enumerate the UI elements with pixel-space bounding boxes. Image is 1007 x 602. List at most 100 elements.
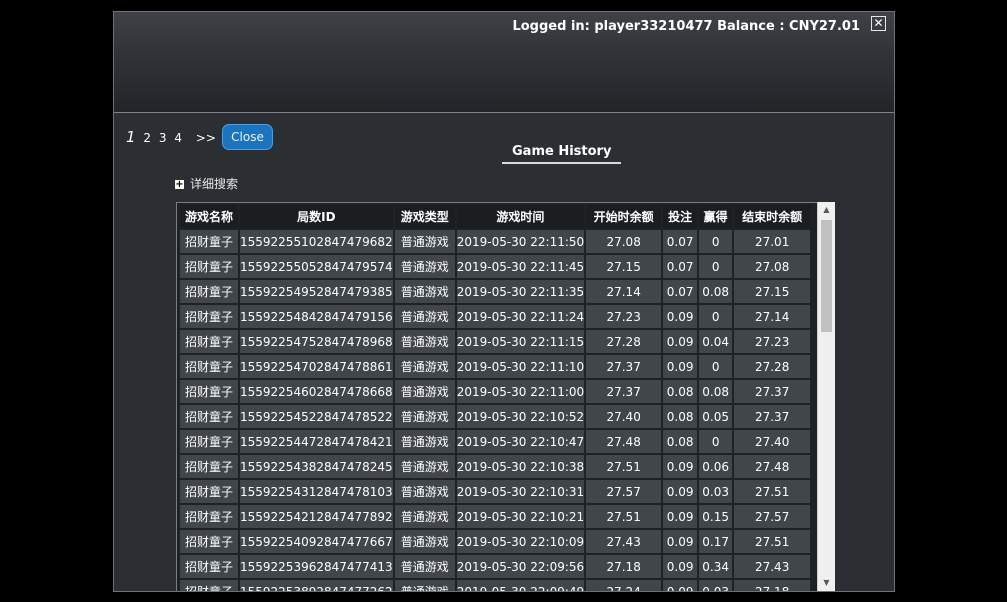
cell-game-name: 招财童子 [180, 355, 238, 378]
column-header-game-type: 游戏类型 [394, 205, 455, 228]
cell-bet: 0.09 [663, 530, 698, 553]
cell-game-type: 普通游戏 [394, 580, 455, 591]
cell-game-time: 2019-05-30 22:10:38 [456, 455, 585, 478]
advanced-search-toggle[interactable]: + 详细搜索 [175, 175, 238, 192]
cell-game-time: 2019-05-30 22:10:31 [456, 480, 585, 503]
cell-round-id: 15592254472847478421 [240, 430, 393, 453]
cell-game-time: 2019-05-30 22:11:10 [456, 355, 585, 378]
cell-game-type: 普通游戏 [394, 255, 455, 278]
cell-bet: 0.09 [663, 480, 698, 503]
cell-round-id: 15592254602847478668 [240, 380, 393, 403]
table-row: 招财童子 15592254382847478245 普通游戏 2019-05-30 2… [180, 455, 811, 478]
page-link-2[interactable]: 2 [143, 131, 151, 145]
cell-game-type: 普通游戏 [394, 555, 455, 578]
expand-plus-icon[interactable]: + [175, 180, 184, 190]
cell-game-type: 普通游戏 [394, 280, 455, 303]
cell-win: 0.34 [699, 555, 733, 578]
column-header-game-name: 游戏名称 [180, 205, 238, 228]
cell-end-balance: 27.28 [734, 355, 811, 378]
cell-start-balance: 27.40 [586, 405, 662, 428]
cell-end-balance: 27.51 [734, 480, 811, 503]
cell-game-time: 2019-05-30 22:11:00 [456, 380, 585, 403]
column-header-start-balance: 开始时余额 [586, 205, 662, 228]
cell-game-name: 招财童子 [180, 480, 238, 503]
cell-game-type: 普通游戏 [394, 530, 455, 553]
table-row: 招财童子 15592253892847477262 普通游戏 2019-05-30 2… [180, 580, 811, 591]
cell-game-type: 普通游戏 [394, 505, 455, 528]
cell-win: 0.08 [699, 280, 733, 303]
cell-bet: 0.08 [663, 380, 698, 403]
game-history-window: Logged in: player33210477 Balance : CNY2… [113, 11, 895, 592]
cell-start-balance: 27.23 [586, 305, 662, 328]
cell-bet: 0.09 [663, 455, 698, 478]
page-link-4[interactable]: 4 [174, 131, 182, 145]
pagination: 1 2 3 4 >> [126, 128, 220, 146]
cell-game-time: 2019-05-30 22:11:35 [456, 280, 585, 303]
cell-game-name: 招财童子 [180, 505, 238, 528]
table-row: 招财童子 15592254522847478522 普通游戏 2019-05-30 2… [180, 405, 811, 428]
cell-end-balance: 27.48 [734, 455, 811, 478]
cell-game-name: 招财童子 [180, 555, 238, 578]
table-row: 招财童子 15592254472847478421 普通游戏 2019-05-30 2… [180, 430, 811, 453]
page-link-3[interactable]: 3 [159, 131, 167, 145]
cell-start-balance: 27.14 [586, 280, 662, 303]
table-row: 招财童子 15592254602847478668 普通游戏 2019-05-30 2… [180, 380, 811, 403]
page-title: Game History [502, 143, 622, 164]
table-row: 招财童子 15592254952847479385 普通游戏 2019-05-30 2… [180, 280, 811, 303]
table-scrollbar[interactable]: ▲ ▼ [817, 202, 835, 591]
close-button[interactable]: Close [222, 124, 273, 150]
cell-end-balance: 27.18 [734, 580, 811, 591]
cell-game-name: 招财童子 [180, 430, 238, 453]
cell-bet: 0.09 [663, 355, 698, 378]
cell-end-balance: 27.08 [734, 255, 811, 278]
table-row: 招财童子 15592254312847478103 普通游戏 2019-05-30 2… [180, 480, 811, 503]
cell-win: 0.06 [699, 455, 733, 478]
scroll-down-arrow-icon[interactable]: ▼ [818, 575, 835, 591]
next-page-link[interactable]: >> [196, 131, 216, 145]
cell-win: 0.05 [699, 405, 733, 428]
cell-start-balance: 27.48 [586, 430, 662, 453]
cell-start-balance: 27.08 [586, 230, 662, 253]
cell-game-time: 2019-05-30 22:09:49 [456, 580, 585, 591]
close-icon[interactable]: ✕ [871, 16, 886, 31]
scrollbar-thumb[interactable] [821, 220, 832, 332]
cell-round-id: 15592254382847478245 [240, 455, 393, 478]
cell-game-time: 2019-05-30 22:10:21 [456, 505, 585, 528]
cell-end-balance: 27.51 [734, 530, 811, 553]
cell-game-time: 2019-05-30 22:11:24 [456, 305, 585, 328]
table-row: 招财童子 15592255102847479682 普通游戏 2019-05-30 2… [180, 230, 811, 253]
cell-game-time: 2019-05-30 22:11:50 [456, 230, 585, 253]
history-table-container: 游戏名称 局数ID 游戏类型 游戏时间 开始时余额 投注 赢得 结束时余额 招财… [176, 202, 819, 591]
window-body: 1 2 3 4 >> Close Game History + 详细搜索 游戏名称… [114, 113, 894, 591]
page-link-1[interactable]: 1 [126, 128, 136, 146]
cell-bet: 0.09 [663, 505, 698, 528]
cell-bet: 0.08 [663, 430, 698, 453]
cell-game-time: 2019-05-30 22:10:09 [456, 530, 585, 553]
cell-start-balance: 27.51 [586, 455, 662, 478]
cell-start-balance: 27.57 [586, 480, 662, 503]
cell-round-id: 15592254842847479156 [240, 305, 393, 328]
cell-win: 0.08 [699, 380, 733, 403]
cell-start-balance: 27.37 [586, 380, 662, 403]
cell-game-type: 普通游戏 [394, 480, 455, 503]
cell-game-type: 普通游戏 [394, 305, 455, 328]
cell-round-id: 15592254212847477892 [240, 505, 393, 528]
cell-win: 0 [699, 430, 733, 453]
cell-game-name: 招财童子 [180, 530, 238, 553]
table-row: 招财童子 15592254702847478861 普通游戏 2019-05-30 2… [180, 355, 811, 378]
advanced-search-label: 详细搜索 [190, 177, 239, 191]
cell-end-balance: 27.43 [734, 555, 811, 578]
table-row: 招财童子 15592254212847477892 普通游戏 2019-05-30 2… [180, 505, 811, 528]
history-table: 游戏名称 局数ID 游戏类型 游戏时间 开始时余额 投注 赢得 结束时余额 招财… [178, 203, 812, 591]
cell-game-name: 招财童子 [180, 280, 238, 303]
cell-end-balance: 27.23 [734, 330, 811, 353]
cell-start-balance: 27.43 [586, 530, 662, 553]
cell-game-type: 普通游戏 [394, 405, 455, 428]
scroll-up-arrow-icon[interactable]: ▲ [818, 202, 835, 218]
cell-win: 0.04 [699, 330, 733, 353]
column-header-round-id: 局数ID [240, 205, 393, 228]
cell-end-balance: 27.40 [734, 430, 811, 453]
cell-round-id: 15592254952847479385 [240, 280, 393, 303]
cell-game-type: 普通游戏 [394, 380, 455, 403]
cell-game-type: 普通游戏 [394, 455, 455, 478]
